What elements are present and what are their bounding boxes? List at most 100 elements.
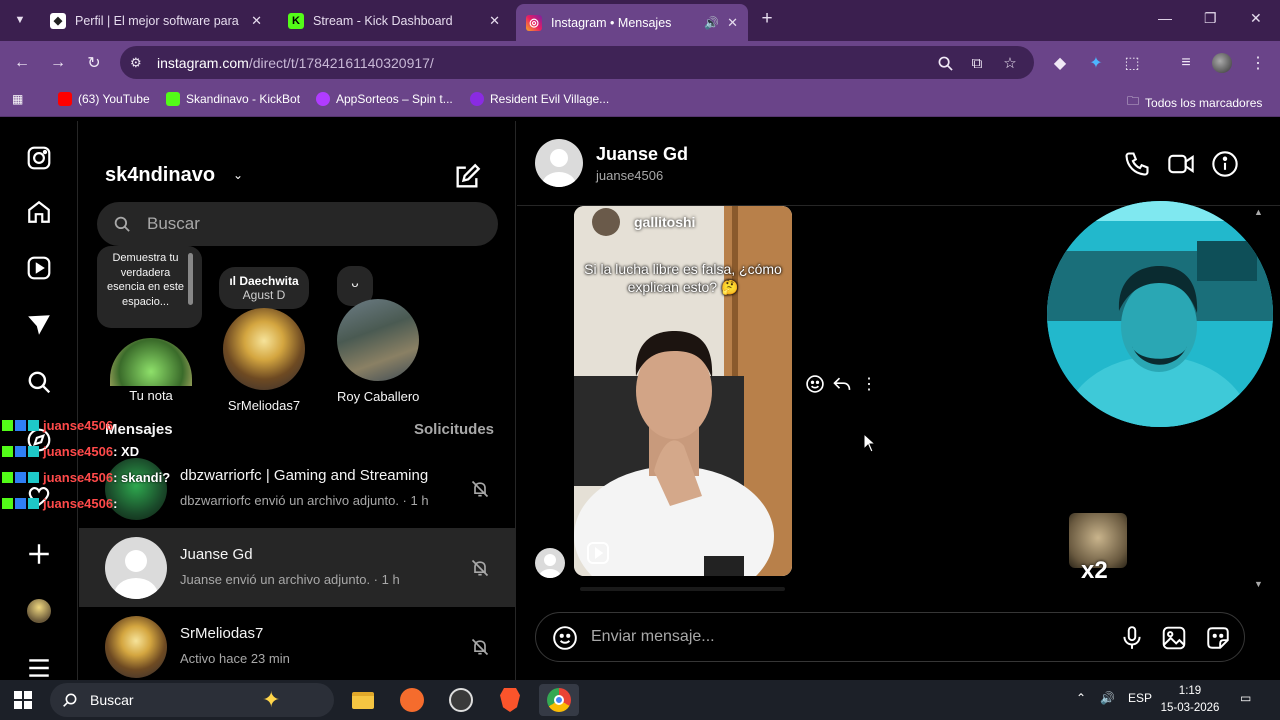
instagram-logo-icon[interactable] [24, 143, 54, 173]
all-bookmarks-folder[interactable]: 🗀 Todos los marcadores [1127, 92, 1262, 113]
story-own[interactable]: Tu nota [110, 338, 192, 403]
next-message-edge [580, 587, 785, 591]
phone-call-icon[interactable] [1123, 150, 1151, 178]
input-language[interactable]: ESP [1128, 691, 1152, 705]
home-icon[interactable] [24, 197, 54, 227]
profile-avatar[interactable] [24, 596, 54, 626]
obs-app-icon[interactable] [441, 684, 481, 716]
bookmark-kickbot[interactable]: Skandinavo - KickBot [166, 92, 300, 106]
stream-chat-line: juanse4506 : skandi? [2, 470, 170, 485]
reply-icon[interactable] [832, 374, 852, 394]
windows-taskbar: Buscar ✦ ⌃ 🔊 ESP 1:19 15-03-2026 ▭ [0, 680, 1280, 720]
create-plus-icon[interactable] [24, 539, 54, 569]
media-control-icon[interactable]: ≡ [1175, 52, 1197, 74]
sender-avatar[interactable] [535, 548, 565, 578]
forward-icon[interactable]: → [47, 52, 69, 74]
shared-reel[interactable]: gallitoshi Si la lucha libre es falsa, ¿… [574, 206, 792, 576]
react-emoji-icon[interactable] [805, 374, 825, 394]
own-note-bubble[interactable]: Demuestra tu verdadera esencia en este e… [97, 246, 202, 328]
conversation-row-srmeliodas7[interactable]: SrMeliodas7 Activo hace 23 min [79, 607, 516, 686]
juanse-avatar [105, 537, 167, 599]
video-call-icon[interactable] [1167, 150, 1195, 178]
profile-avatar-icon[interactable] [1211, 52, 1233, 74]
emoji-picker-icon[interactable] [552, 625, 578, 651]
minimize-icon[interactable]: — [1158, 10, 1172, 26]
more-menu-icon[interactable] [24, 653, 54, 683]
restore-icon[interactable]: ❐ [1204, 10, 1217, 27]
extensions-puzzle-icon[interactable]: ⬚ [1121, 52, 1143, 74]
story-srmeliodas7[interactable]: SrMeliodas7 [223, 308, 305, 413]
volume-icon[interactable]: 🔊 [1100, 691, 1115, 705]
close-tab-icon[interactable]: ✕ [727, 15, 738, 31]
more-options-icon[interactable]: ⋮ [859, 374, 879, 394]
thread-name[interactable]: Juanse Gd [596, 144, 688, 165]
new-message-icon[interactable] [453, 163, 481, 191]
taskbar-clock[interactable]: 1:19 15-03-2026 [1160, 683, 1220, 717]
info-icon[interactable] [1211, 150, 1239, 178]
brave-browser-icon[interactable] [490, 684, 530, 716]
tray-chevron-up-icon[interactable]: ⌃ [1076, 691, 1086, 705]
inbox-panel: sk4ndinavo ⌄ Buscar Demuestra tu verdade… [79, 121, 516, 680]
close-tab-icon[interactable]: ✕ [489, 13, 500, 29]
sticker-icon[interactable] [1205, 625, 1231, 651]
tab-search-chevron-icon[interactable]: ▼ [8, 8, 32, 32]
browser-menu-icon[interactable]: ⋮ [1247, 52, 1269, 74]
clock-time: 1:19 [1178, 685, 1202, 697]
speaker-icon[interactable]: 🔊 [704, 16, 719, 30]
chat-badges-icon [2, 446, 39, 457]
origin-app-icon[interactable] [392, 684, 432, 716]
extension-diamond-icon[interactable]: ◆ [1049, 52, 1071, 74]
browser-tab-perfil[interactable]: ◆ Perfil | El mejor software para p ✕ [40, 6, 272, 35]
reel-caption: Si la lucha libre es falsa, ¿cómo explic… [584, 261, 782, 295]
bookmark-youtube[interactable]: (63) YouTube [58, 92, 150, 106]
message-composer[interactable]: Enviar mensaje... [535, 612, 1245, 662]
file-explorer-icon[interactable] [343, 684, 383, 716]
browser-tab-kick[interactable]: K Stream - Kick Dashboard ✕ [278, 6, 510, 35]
notifications-icon[interactable]: ▭ [1240, 691, 1251, 705]
bookmark-star-icon[interactable]: ☆ [999, 52, 1021, 74]
extension-translate-icon[interactable]: ✦ [1085, 52, 1107, 74]
back-icon[interactable]: ← [11, 52, 33, 74]
taskbar-search[interactable]: Buscar ✦ [50, 683, 334, 717]
windows-start-icon[interactable] [14, 691, 32, 709]
new-tab-button[interactable]: + [756, 9, 778, 31]
reload-icon[interactable]: ↻ [83, 52, 105, 74]
close-tab-icon[interactable]: ✕ [251, 13, 262, 29]
address-bar[interactable]: ⚙ instagram.com/direct/t/178421611403209… [120, 46, 1034, 79]
reel-play-icon [586, 541, 610, 565]
microphone-icon[interactable] [1119, 625, 1145, 651]
browser-tab-instagram[interactable]: ◎ Instagram • Mensajes 🔊 ✕ [516, 4, 748, 41]
image-upload-icon[interactable] [1161, 625, 1187, 651]
note-scrollbar[interactable] [188, 253, 193, 305]
search-input[interactable]: Buscar [97, 202, 498, 246]
conversation-name: SrMeliodas7 [180, 625, 264, 642]
search-icon[interactable] [24, 367, 54, 397]
chat-badges-icon [2, 498, 39, 509]
apps-grid-icon[interactable]: ▦ [12, 92, 23, 106]
bookmark-resident-evil[interactable]: Resident Evil Village... [470, 92, 609, 106]
bookmark-label: (63) YouTube [78, 92, 150, 106]
zoom-icon[interactable] [934, 52, 956, 74]
story-roy-caballero[interactable]: Roy Caballero [337, 299, 419, 404]
direct-messages-icon[interactable] [24, 310, 54, 340]
music-note-bubble[interactable]: ıl Daechwita Agust D [219, 267, 309, 309]
chrome-browser-icon[interactable] [539, 684, 579, 716]
scroll-up-icon[interactable]: ▲ [1254, 207, 1263, 217]
conversation-row-juanse-gd[interactable]: Juanse Gd Juanse envió un archivo adjunt… [79, 528, 516, 607]
bookmark-appsorteos[interactable]: AppSorteos – Spin t... [316, 92, 453, 106]
conversation-row-dbzwarriorfc[interactable]: dbzwarriorfc | Gaming and Streaming dbzw… [79, 449, 516, 528]
tab-title: Stream - Kick Dashboard [313, 13, 453, 28]
close-window-icon[interactable]: ✕ [1250, 10, 1262, 27]
site-settings-icon[interactable]: ⚙ [130, 55, 148, 71]
thread-avatar[interactable] [535, 139, 583, 187]
chevron-down-icon[interactable]: ⌄ [233, 168, 243, 182]
note-text: ᴗ [351, 275, 359, 290]
reels-icon[interactable] [24, 253, 54, 283]
install-app-icon[interactable]: ⧉ [966, 52, 988, 74]
url-domain: instagram.com [157, 54, 249, 71]
requests-link[interactable]: Solicitudes [414, 421, 494, 438]
chat-badges-icon [2, 420, 39, 431]
bookmark-label: AppSorteos – Spin t... [336, 92, 453, 106]
scroll-down-icon[interactable]: ▼ [1254, 579, 1263, 589]
account-username[interactable]: sk4ndinavo [105, 164, 215, 187]
